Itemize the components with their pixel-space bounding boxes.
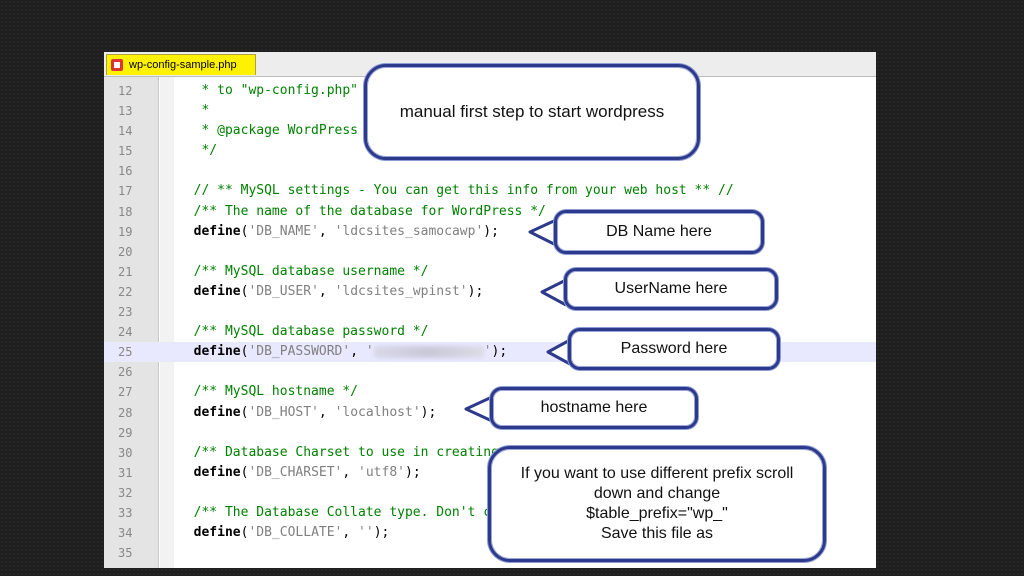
callout-username: UserName here xyxy=(564,268,778,310)
callout-text: hostname here xyxy=(540,399,648,416)
callout-text: UserName here xyxy=(614,280,728,297)
pointer-username xyxy=(540,278,567,307)
callout-text-line-3: $table_prefix="wp_" xyxy=(586,505,728,522)
callout-text: DB Name here xyxy=(606,223,712,240)
callout-password: Password here xyxy=(568,328,780,370)
pointer-password xyxy=(546,338,571,366)
pointer-hostname xyxy=(464,395,493,423)
callout-hostname: hostname here xyxy=(490,387,698,429)
callout-text-line-1: If you want to use different prefix scro… xyxy=(520,465,794,482)
callout-db-name: DB Name here xyxy=(554,210,764,254)
callout-text-line-4: Save this file as xyxy=(600,525,714,542)
callout-text-line-2: down and change xyxy=(593,485,721,502)
callout-text: Password here xyxy=(620,340,728,357)
pointer-db-name xyxy=(528,218,557,247)
callout-table-prefix: If you want to use different prefix scro… xyxy=(488,446,826,562)
